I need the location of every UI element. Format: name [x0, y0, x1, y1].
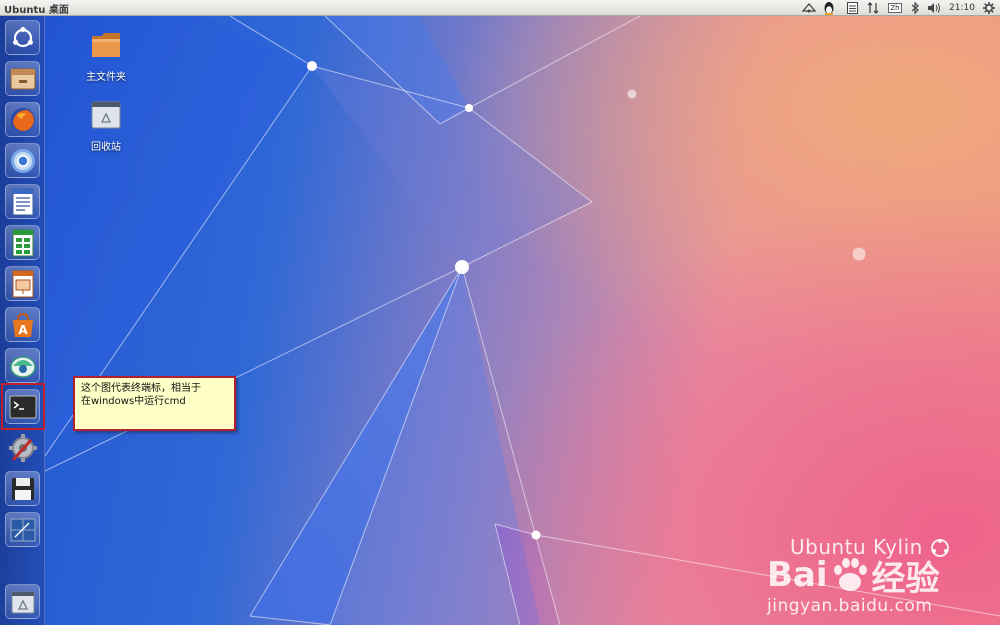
svg-text:A: A — [18, 323, 28, 337]
callout-line-1: 这个图代表终端标，相当于 — [81, 383, 201, 394]
desktop-background: 主文件夹 回收站 Ubuntu Kylin Bai 经验 jingyan.bai… — [0, 16, 1000, 625]
watermark-baidu-right: 经验 — [871, 558, 940, 599]
baidu-paw-icon — [833, 558, 867, 591]
trash-icon — [11, 591, 34, 613]
desktop-home-folder[interactable]: 主文件夹 — [76, 30, 136, 83]
callout-line-2: 在windows中运行cmd — [81, 396, 186, 407]
desktop-trash[interactable]: 回收站 — [76, 100, 136, 153]
trash-icon — [91, 101, 121, 129]
launcher-chromium[interactable] — [5, 143, 40, 178]
chromium-icon — [10, 148, 35, 173]
launcher-calc[interactable] — [5, 225, 40, 260]
bluetooth-icon[interactable] — [909, 0, 921, 16]
desktop-icon-label: 主文件夹 — [86, 72, 126, 83]
floppy-save-icon — [11, 477, 34, 500]
watermark-url: jingyan.baidu.com — [767, 596, 933, 616]
network-icon[interactable] — [801, 0, 817, 16]
watermark-baidu: Bai 经验 — [767, 554, 940, 599]
impress-icon — [12, 270, 33, 297]
transfer-icon[interactable] — [866, 0, 880, 16]
home-folder-icon — [92, 33, 120, 57]
launcher-software-center[interactable]: A — [5, 307, 40, 342]
top-panel: Ubuntu 桌面 Zh 21:10 — [0, 0, 1000, 16]
workspace-switcher-icon — [10, 518, 35, 541]
qq-penguin-icon[interactable] — [821, 0, 837, 16]
desktop-icon-label: 回收站 — [91, 142, 121, 153]
input-method-label: Zh — [888, 3, 902, 13]
input-method-icon[interactable]: Zh — [887, 0, 903, 16]
launcher-firefox[interactable] — [5, 102, 40, 137]
panel-title: Ubuntu 桌面 — [4, 5, 69, 16]
launcher-system-settings[interactable] — [5, 430, 40, 465]
writer-icon — [12, 188, 33, 215]
launcher: A — [0, 16, 45, 625]
keyboard-icon[interactable] — [845, 0, 859, 16]
watermark-baidu-left: Bai — [767, 555, 828, 595]
kylin-assistant-icon — [9, 355, 36, 378]
launcher-impress[interactable] — [5, 266, 40, 301]
system-settings-icon — [8, 433, 37, 462]
launcher-writer[interactable] — [5, 184, 40, 219]
launcher-save[interactable] — [5, 471, 40, 506]
launcher-file-manager[interactable] — [5, 61, 40, 96]
clock[interactable]: 21:10 — [949, 3, 975, 13]
firefox-icon — [10, 107, 35, 132]
file-manager-icon — [10, 68, 35, 89]
launcher-trash[interactable] — [5, 584, 40, 619]
calc-icon — [12, 229, 33, 256]
launcher-workspace-switcher[interactable] — [5, 512, 40, 547]
volume-icon[interactable] — [926, 0, 942, 16]
software-center-icon: A — [12, 312, 33, 337]
launcher-kylin-assistant[interactable] — [5, 348, 40, 383]
dash-home-icon — [12, 26, 33, 47]
gear-icon[interactable] — [982, 0, 996, 16]
wallpaper-art — [44, 16, 1000, 625]
annotation-callout: 这个图代表终端标，相当于 在windows中运行cmd — [73, 376, 236, 431]
terminal-highlight-box — [1, 383, 45, 430]
launcher-dash-home[interactable] — [5, 20, 40, 55]
